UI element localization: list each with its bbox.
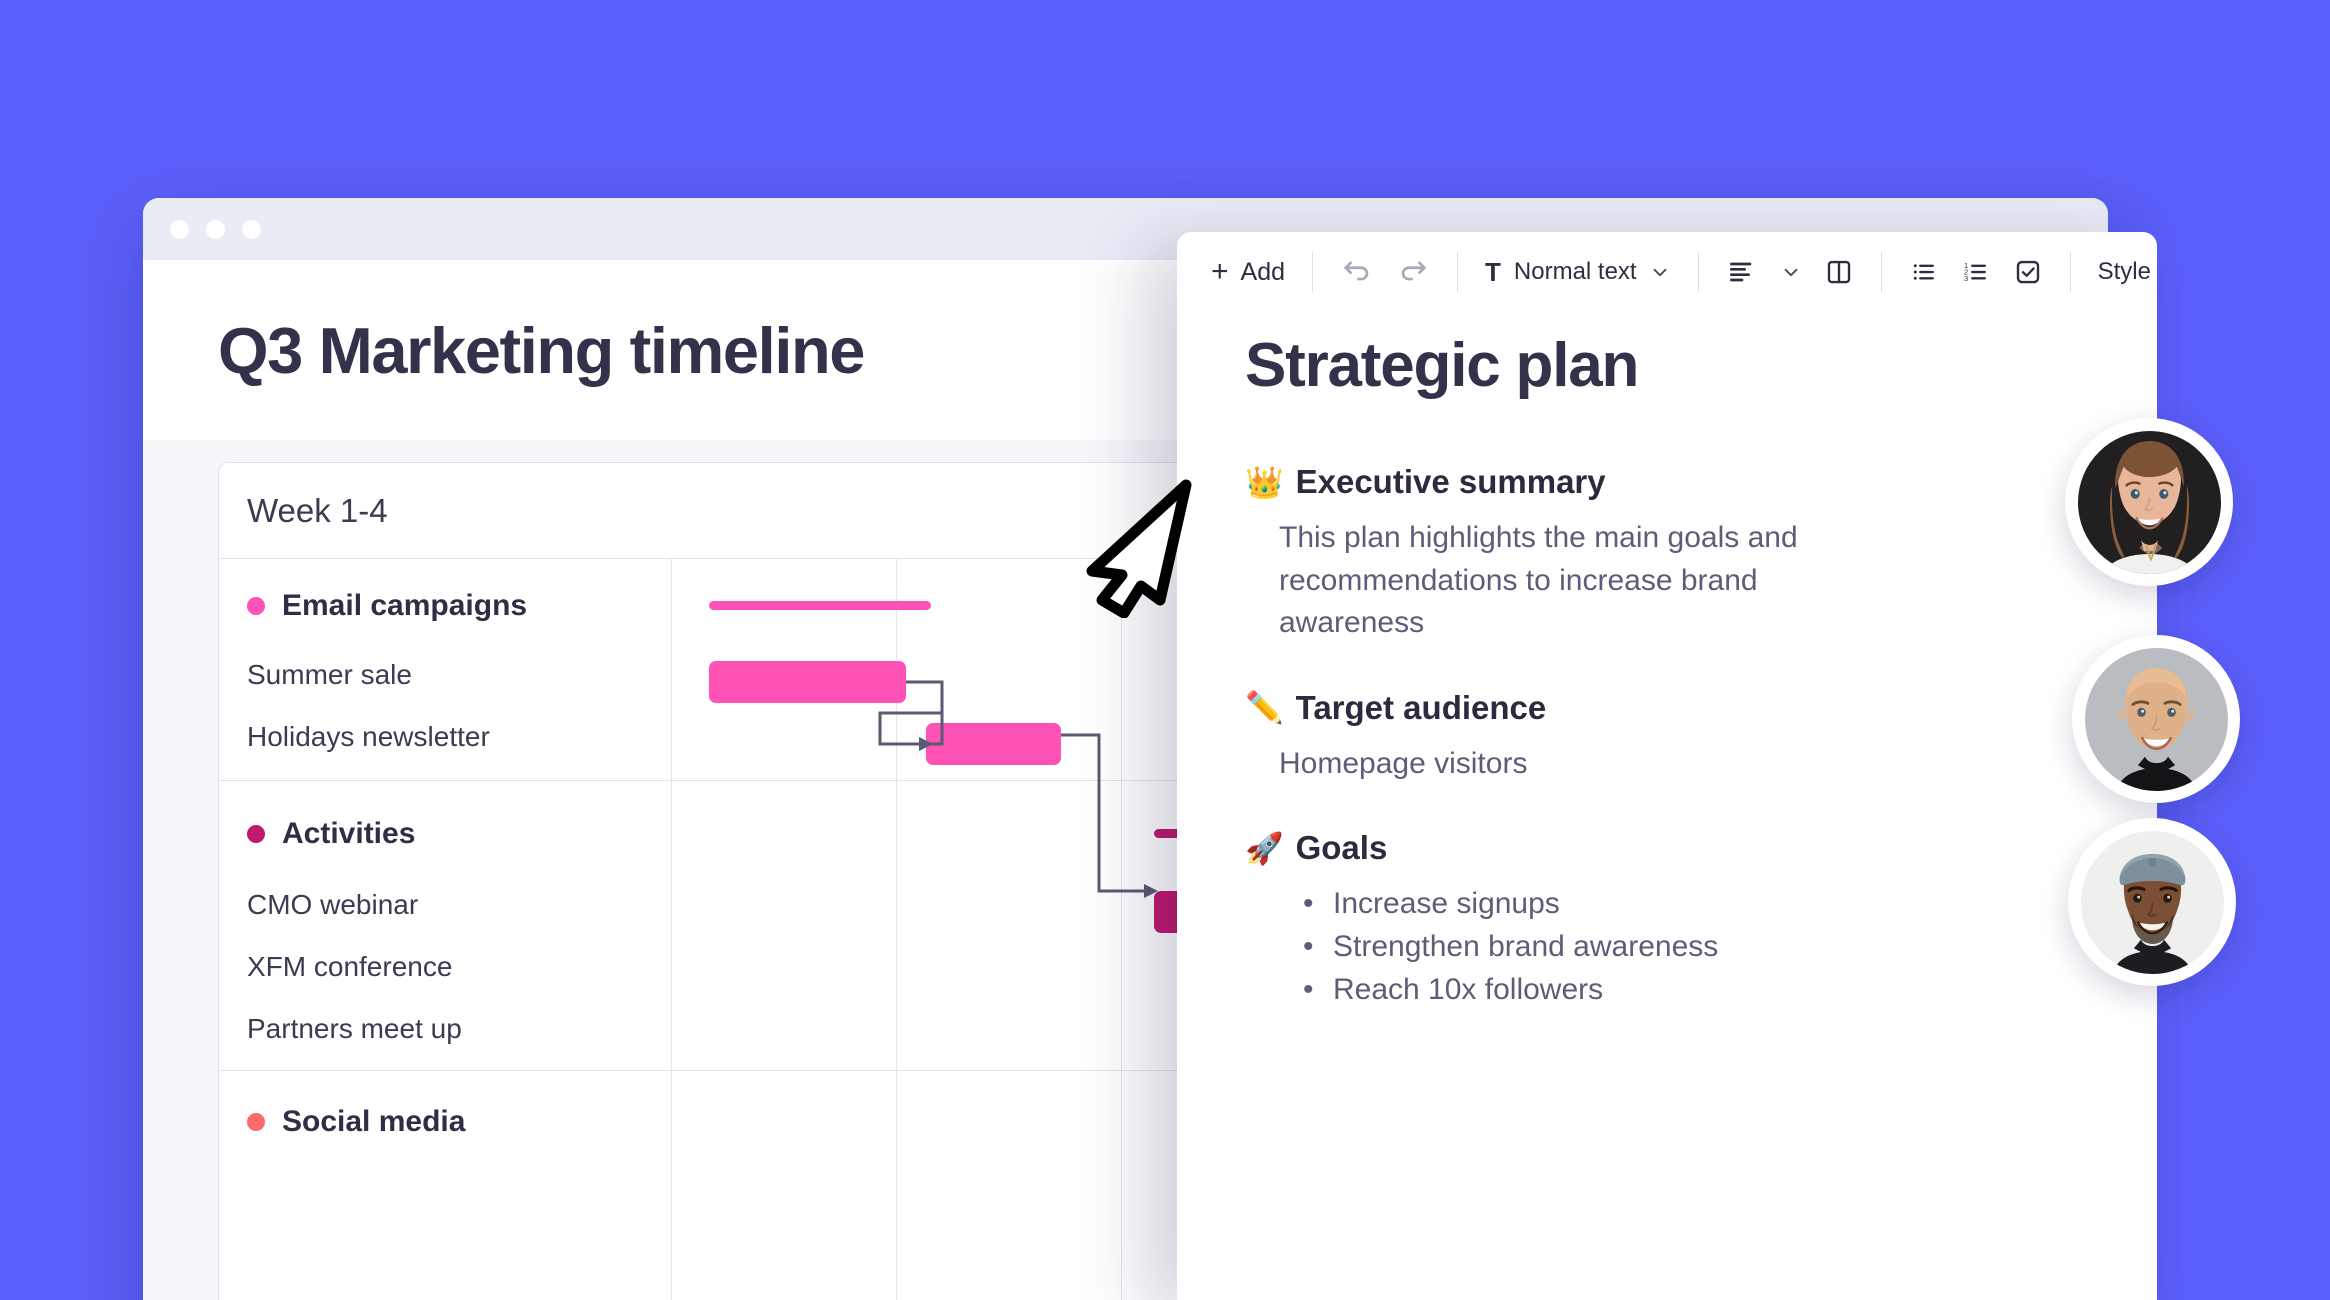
section-heading[interactable]: 👑 Executive summary: [1245, 463, 2157, 501]
redo-icon: [1396, 255, 1430, 289]
window-dot-minimize[interactable]: [206, 219, 225, 239]
bullet-list-button[interactable]: [1898, 248, 1950, 296]
avatar-collaborator-3[interactable]: [2068, 818, 2236, 986]
chevron-down-icon: [1780, 261, 1802, 283]
section-paragraph: This plan highlights the main goals and …: [1279, 521, 1798, 640]
document-panel: + Add T Normal text 1 2 3 Style Strategi…: [1177, 232, 2157, 1300]
goals-list: Increase signups Strengthen brand awaren…: [1245, 883, 2157, 1011]
bullet-list-icon: [1909, 257, 1939, 287]
task-label-cmo-webinar[interactable]: CMO webinar: [247, 889, 418, 921]
toolbar-divider: [1880, 252, 1882, 292]
section-heading-text: Goals: [1295, 829, 1388, 867]
redo-button[interactable]: [1385, 248, 1441, 296]
plus-icon: +: [1211, 255, 1229, 288]
group-color-dot: [247, 825, 265, 843]
gantt-bar-holidays-newsletter[interactable]: [926, 723, 1061, 765]
document-section-goals: 🚀 Goals Increase signups Strengthen bran…: [1245, 829, 2157, 1011]
group-header-activities[interactable]: Activities: [247, 817, 415, 851]
task-label-xfm-conference[interactable]: XFM conference: [247, 951, 452, 983]
style-button-label: Style: [2097, 258, 2151, 285]
section-paragraph: Homepage visitors: [1279, 746, 1528, 780]
section-heading[interactable]: 🚀 Goals: [1245, 829, 2157, 867]
task-label-summer-sale[interactable]: Summer sale: [247, 659, 412, 691]
group-label: Social media: [282, 1105, 466, 1138]
gantt-bar-summer-sale[interactable]: [709, 661, 906, 703]
avatar-photo: [2077, 430, 2221, 574]
document-title[interactable]: Strategic plan: [1245, 330, 2157, 401]
group-color-dot: [247, 597, 265, 615]
window-dot-close[interactable]: [170, 219, 189, 239]
numbered-list-button[interactable]: 1 2 3: [1950, 248, 2002, 296]
group-color-dot: [247, 1113, 265, 1131]
group-label: Email campaigns: [282, 589, 528, 622]
columns-button[interactable]: [1813, 248, 1865, 296]
list-item[interactable]: Increase signups: [1303, 883, 2157, 926]
crown-emoji: 👑: [1245, 464, 1284, 500]
group-header-social-media[interactable]: Social media: [247, 1105, 465, 1139]
section-heading[interactable]: ✏️ Target audience: [1245, 689, 2157, 727]
align-button[interactable]: [1715, 248, 1769, 296]
checkbox-icon: [2013, 257, 2043, 287]
text-format-icon: T: [1485, 256, 1501, 287]
window-dot-maximize[interactable]: [242, 219, 261, 239]
toolbar-divider: [2069, 252, 2071, 292]
section-body[interactable]: This plan highlights the main goals and …: [1245, 517, 2157, 645]
avatar-collaborator-1[interactable]: [2065, 418, 2233, 586]
document-toolbar: + Add T Normal text 1 2 3 Style: [1177, 232, 2157, 312]
avatar-photo: [2080, 830, 2224, 974]
svg-text:3: 3: [1964, 274, 1968, 283]
screenshot-root: Q3 Marketing timeline Week 1-4 Email cam…: [0, 0, 2330, 1300]
task-label-holidays-newsletter[interactable]: Holidays newsletter: [247, 721, 490, 753]
align-left-icon: [1726, 256, 1758, 288]
add-button[interactable]: + Add: [1203, 248, 1296, 296]
gantt-bar-group-email-campaigns[interactable]: [709, 601, 931, 610]
task-label-partners-meet-up[interactable]: Partners meet up: [247, 1013, 462, 1045]
toolbar-divider: [1312, 252, 1314, 292]
pencil-emoji: ✏️: [1245, 690, 1284, 726]
rocket-emoji: 🚀: [1245, 830, 1284, 866]
add-button-label: Add: [1240, 257, 1286, 286]
group-header-email-campaigns[interactable]: Email campaigns: [247, 589, 527, 623]
document-section-executive-summary: 👑 Executive summary This plan highlights…: [1245, 463, 2157, 645]
toolbar-divider: [1457, 252, 1459, 292]
section-body[interactable]: Homepage visitors: [1245, 743, 2157, 786]
text-style-dropdown[interactable]: T Normal text: [1474, 248, 1682, 296]
undo-icon: [1340, 255, 1374, 289]
document-content: Strategic plan 👑 Executive summary This …: [1177, 312, 2157, 1011]
section-heading-text: Executive summary: [1295, 463, 1606, 500]
list-item[interactable]: Reach 10x followers: [1303, 969, 2157, 1012]
style-button[interactable]: Style: [2087, 248, 2157, 296]
toolbar-divider: [1697, 252, 1699, 292]
chevron-down-icon: [1649, 261, 1671, 283]
columns-icon: [1824, 257, 1854, 287]
checklist-button[interactable]: [2002, 248, 2054, 296]
page-title: Q3 Marketing timeline: [218, 313, 865, 387]
section-heading-text: Target audience: [1295, 688, 1547, 726]
avatar-collaborator-2[interactable]: [2072, 635, 2240, 803]
avatar-photo: [2084, 647, 2228, 791]
group-label: Activities: [282, 817, 416, 850]
undo-button[interactable]: [1329, 248, 1385, 296]
text-style-label: Normal text: [1513, 258, 1637, 285]
list-item[interactable]: Strengthen brand awareness: [1303, 926, 2157, 969]
align-dropdown-button[interactable]: [1769, 248, 1813, 296]
numbered-list-icon: 1 2 3: [1961, 257, 1991, 287]
document-section-target-audience: ✏️ Target audience Homepage visitors: [1245, 689, 2157, 786]
